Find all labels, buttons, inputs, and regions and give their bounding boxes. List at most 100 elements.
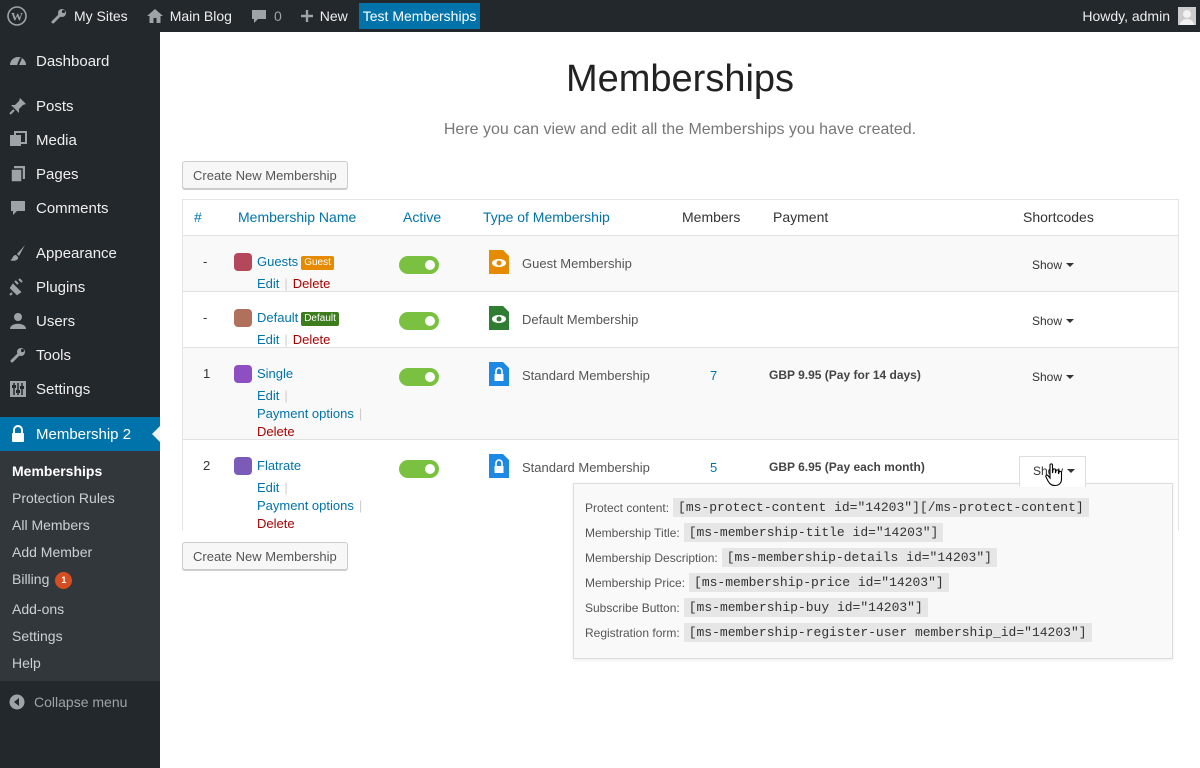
- sidebar-item-pages[interactable]: Pages: [0, 157, 160, 191]
- submenu-item-settings[interactable]: Settings: [12, 628, 63, 644]
- sidebar-item-tools[interactable]: Tools: [0, 338, 160, 372]
- table-row: 1 Single Edit | Payment options | Delete S…: [183, 347, 1178, 439]
- my-sites-menu[interactable]: My Sites: [41, 0, 137, 32]
- submenu-item-all-members[interactable]: All Members: [12, 517, 90, 533]
- show-shortcodes-button[interactable]: Show: [1032, 370, 1075, 384]
- membership-name-link[interactable]: Flatrate: [257, 458, 301, 473]
- create-new-membership-button[interactable]: Create New Membership: [182, 161, 348, 189]
- current-site-link[interactable]: Test Memberships: [358, 3, 481, 29]
- payment-info: GBP 9.95 (Pay for 14 days): [769, 368, 921, 382]
- members-count-link[interactable]: 5: [710, 460, 717, 475]
- sidebar-item-label: Posts: [36, 97, 74, 115]
- delete-link[interactable]: Delete: [293, 332, 331, 347]
- site-name-label: Main Blog: [169, 8, 232, 24]
- sidebar-item-settings[interactable]: Settings: [0, 372, 160, 406]
- delete-link[interactable]: Delete: [257, 424, 295, 439]
- active-toggle[interactable]: [399, 460, 439, 478]
- column-header-type[interactable]: Type of Membership: [483, 209, 610, 225]
- membership-name-link[interactable]: Default: [257, 310, 298, 325]
- membership-name-link[interactable]: Guests: [257, 254, 298, 269]
- sidebar-item-comments[interactable]: Comments: [0, 191, 160, 225]
- active-toggle[interactable]: [399, 312, 439, 330]
- membership-name-cell: Default Default: [257, 310, 339, 326]
- plug-icon: [0, 278, 36, 296]
- column-header-shortcodes: Shortcodes: [1023, 209, 1094, 225]
- main-content: Memberships Here you can view and edit a…: [160, 32, 1200, 768]
- collapse-menu-button[interactable]: Collapse menu: [0, 690, 127, 714]
- show-label: Show: [1032, 258, 1063, 272]
- sidebar-item-media[interactable]: Media: [0, 123, 160, 157]
- avatar: [1178, 7, 1196, 25]
- sidebar-item-label: Tools: [36, 346, 72, 364]
- shortcodes-popover: Protect content: [ms-protect-content id="…: [573, 483, 1173, 659]
- shortcode-label: Membership Price:: [585, 575, 686, 590]
- eye-icon: [489, 250, 509, 276]
- row-actions: Edit | Payment options | Delete: [257, 480, 363, 531]
- dashboard-icon: [0, 52, 36, 70]
- column-header-payment: Payment: [773, 209, 829, 225]
- edit-link[interactable]: Edit: [257, 276, 279, 291]
- edit-link[interactable]: Edit: [257, 388, 279, 403]
- shortcode-code[interactable]: [ms-membership-register-user membership_…: [683, 623, 1092, 642]
- shortcode-label: Subscribe Button:: [585, 600, 680, 615]
- membership-type: Default Membership: [522, 312, 639, 327]
- delete-link[interactable]: Delete: [293, 276, 331, 291]
- sidebar-item-appearance[interactable]: Appearance: [0, 236, 160, 270]
- shortcode-code[interactable]: [ms-membership-details id="14203"]: [721, 548, 997, 567]
- shortcode-code[interactable]: [ms-protect-content id="14203"][/ms-prot…: [673, 498, 1089, 517]
- submenu-item-billing[interactable]: Billing 1: [12, 571, 73, 589]
- plus-icon: [300, 10, 313, 22]
- wordpress-logo-icon[interactable]: W: [0, 0, 41, 32]
- submenu-item-add-member[interactable]: Add Member: [12, 544, 92, 560]
- edit-link[interactable]: Edit: [257, 332, 279, 347]
- members-count-link[interactable]: 7: [710, 368, 717, 383]
- wrench-icon: [0, 346, 36, 364]
- edit-link[interactable]: Edit: [257, 480, 279, 495]
- submenu-item-memberships[interactable]: Memberships: [12, 463, 102, 479]
- account-menu[interactable]: Howdy, admin: [1073, 0, 1200, 32]
- active-toggle[interactable]: [399, 256, 439, 274]
- collapse-arrow-icon: [0, 694, 34, 710]
- submenu-item-add-ons[interactable]: Add-ons: [12, 601, 64, 617]
- caret-down-icon: [1067, 469, 1076, 473]
- sidebar-item-label: Pages: [36, 165, 79, 183]
- delete-link[interactable]: Delete: [257, 516, 295, 531]
- create-new-membership-button-bottom[interactable]: Create New Membership: [182, 542, 348, 570]
- row-number: 2: [203, 458, 211, 473]
- sidebar-item-dashboard[interactable]: Dashboard: [0, 44, 160, 78]
- guest-badge: Guest: [301, 256, 334, 270]
- column-header-active[interactable]: Active: [403, 209, 441, 225]
- membership-type: Guest Membership: [522, 256, 632, 271]
- site-name-menu[interactable]: Main Blog: [137, 0, 241, 32]
- active-toggle[interactable]: [399, 368, 439, 386]
- membership-name-link[interactable]: Single: [257, 366, 293, 381]
- table-row: - Guests Guest Edit | Delete Guest Membersh…: [183, 235, 1178, 291]
- home-icon: [146, 9, 163, 23]
- admin-bar: W My Sites Main Blog 0 New Test Membersh…: [0, 0, 1200, 32]
- membership-submenu: Memberships Protection Rules All Members…: [0, 451, 160, 681]
- sidebar-item-plugins[interactable]: Plugins: [0, 270, 160, 304]
- shortcode-row: Protect content: [ms-protect-content id="…: [585, 498, 1089, 517]
- shortcode-code[interactable]: [ms-membership-price id="14203"]: [689, 573, 949, 592]
- shortcode-code[interactable]: [ms-membership-buy id="14203"]: [683, 598, 928, 617]
- sidebar-item-users[interactable]: Users: [0, 304, 160, 338]
- payment-options-link[interactable]: Payment options: [257, 498, 354, 513]
- column-header-number[interactable]: #: [194, 209, 202, 225]
- sidebar-item-posts[interactable]: Posts: [0, 89, 160, 123]
- comments-menu[interactable]: 0: [241, 0, 291, 32]
- payment-options-link[interactable]: Payment options: [257, 406, 354, 421]
- show-shortcodes-button[interactable]: Show: [1032, 258, 1075, 272]
- brush-icon: [0, 244, 36, 262]
- show-shortcodes-button[interactable]: Show: [1032, 314, 1075, 328]
- sidebar-item-label: Media: [36, 131, 77, 149]
- shortcode-code[interactable]: [ms-membership-title id="14203"]: [683, 523, 944, 542]
- sidebar-item-label: Membership 2: [36, 425, 132, 443]
- column-header-membership-name[interactable]: Membership Name: [238, 209, 356, 225]
- membership-type: Standard Membership: [522, 460, 650, 475]
- submenu-item-help[interactable]: Help: [12, 655, 41, 671]
- new-content-menu[interactable]: New: [291, 0, 357, 32]
- admin-sidebar: Dashboard Posts Media Pages Comments App…: [0, 32, 160, 768]
- submenu-item-protection-rules[interactable]: Protection Rules: [12, 490, 115, 506]
- sidebar-item-membership-2[interactable]: Membership 2: [0, 417, 160, 451]
- my-sites-label: My Sites: [74, 8, 128, 24]
